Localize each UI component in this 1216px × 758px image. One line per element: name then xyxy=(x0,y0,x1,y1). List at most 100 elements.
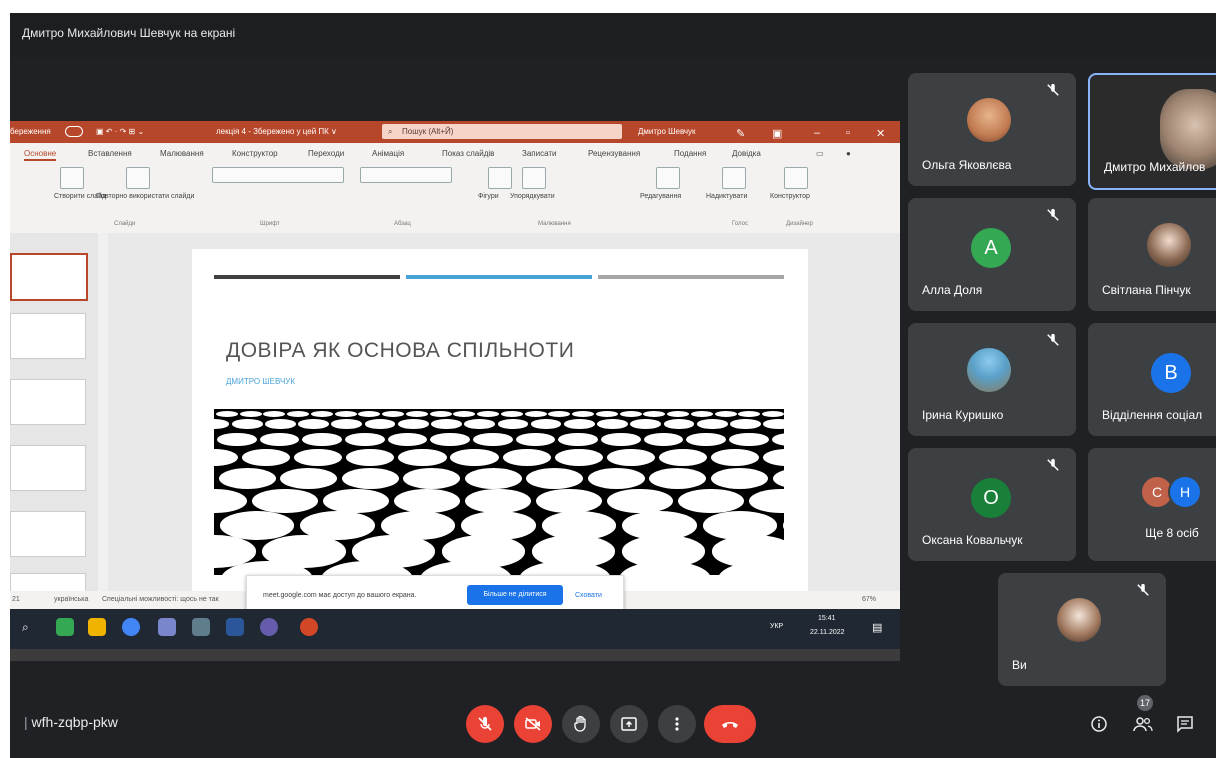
keyboard-language[interactable]: УКР xyxy=(770,623,783,630)
avatar: O xyxy=(971,478,1011,518)
pattern-disc xyxy=(643,411,666,417)
participant-tile[interactable]: B Відділення соціал xyxy=(1088,323,1216,436)
pattern-disc xyxy=(606,448,655,467)
chrome-icon[interactable] xyxy=(56,618,74,636)
pattern-disc xyxy=(696,419,728,429)
designer-button[interactable] xyxy=(784,167,808,189)
app-icon[interactable] xyxy=(158,618,176,636)
slide-thumbnail[interactable] xyxy=(10,445,86,491)
close-icon[interactable]: ✕ xyxy=(876,127,885,140)
slide-thumbnail[interactable] xyxy=(10,511,86,557)
autosave-toggle[interactable] xyxy=(65,126,83,137)
participant-tile[interactable]: A Алла Доля xyxy=(908,198,1076,311)
pattern-disc xyxy=(346,448,395,467)
slide-thumbnail[interactable] xyxy=(10,253,88,301)
tab-record[interactable]: Записати xyxy=(522,149,557,158)
explorer-icon[interactable] xyxy=(88,618,106,636)
browser-icon[interactable] xyxy=(122,618,140,636)
pattern-disc xyxy=(398,448,447,467)
pattern-disc xyxy=(241,448,291,467)
arrange-button[interactable] xyxy=(522,167,546,189)
pattern-disc xyxy=(763,448,784,467)
user-name[interactable]: Дмитро Шевчук xyxy=(638,127,696,136)
new-slide-button[interactable] xyxy=(60,167,84,189)
save-icon[interactable]: ▣ ↶ · ↷ ⊞ ⌄ xyxy=(96,127,144,136)
clock-date[interactable]: 22.11.2022 xyxy=(810,629,845,636)
record-icon[interactable]: ● xyxy=(846,149,851,158)
viber-icon[interactable] xyxy=(260,618,278,636)
leave-call-button[interactable] xyxy=(704,705,756,743)
search-icon[interactable]: ⌕ xyxy=(22,620,29,635)
slide-thumbnail[interactable] xyxy=(10,313,86,359)
pattern-disc xyxy=(554,448,603,467)
participant-tile[interactable]: O Оксана Ковальчук xyxy=(908,448,1076,561)
pattern-disc xyxy=(298,419,329,429)
shapes-button[interactable] xyxy=(488,167,512,189)
pattern-disc xyxy=(450,448,499,467)
editing-button[interactable] xyxy=(656,167,680,189)
notifications-icon[interactable]: ▤ xyxy=(872,621,882,634)
word-icon[interactable] xyxy=(226,618,244,636)
pattern-disc xyxy=(630,419,662,429)
zoom-level[interactable]: 67% xyxy=(862,596,876,603)
pattern-disc xyxy=(524,411,547,417)
people-icon[interactable] xyxy=(1132,715,1154,733)
self-tile[interactable]: Ви xyxy=(998,573,1166,686)
tab-slideshow[interactable]: Показ слайдів xyxy=(442,149,494,158)
hangup-icon xyxy=(722,722,738,728)
clock-time[interactable]: 15:41 xyxy=(818,615,836,622)
pattern-disc xyxy=(783,511,784,540)
slide-thumbnail[interactable] xyxy=(10,573,86,593)
participant-name: Алла Доля xyxy=(922,283,983,297)
tab-home[interactable]: Основне xyxy=(24,149,57,161)
camera-toggle-button[interactable] xyxy=(514,705,552,743)
chat-icon[interactable] xyxy=(1176,715,1194,733)
participant-tile[interactable]: Ірина Куришко xyxy=(908,323,1076,436)
tab-design[interactable]: Конструктор xyxy=(232,149,278,158)
pattern-disc xyxy=(465,488,531,514)
hide-banner-button[interactable]: Сховати xyxy=(575,592,602,599)
more-participants-tile[interactable]: C H Ще 8 осіб xyxy=(1088,448,1216,561)
reuse-slides-button[interactable] xyxy=(126,167,150,189)
mic-toggle-button[interactable] xyxy=(466,705,504,743)
dictate-button[interactable] xyxy=(722,167,746,189)
tab-transitions[interactable]: Переходи xyxy=(308,149,344,158)
maximize-icon[interactable]: ▫ xyxy=(846,127,850,139)
tab-review[interactable]: Рецензування xyxy=(588,149,640,158)
ribbon-display-icon[interactable]: ▣ xyxy=(772,127,782,140)
meeting-code: | wfh-zqbp-pkw xyxy=(24,714,118,730)
mic-off-icon xyxy=(1137,583,1149,596)
comments-icon[interactable]: ▭ xyxy=(816,149,824,158)
font-box[interactable] xyxy=(212,167,344,183)
tab-view[interactable]: Подання xyxy=(674,149,706,158)
pen-icon[interactable]: ✎ xyxy=(736,127,745,140)
stop-sharing-button[interactable]: Більше не ділитися xyxy=(467,585,563,605)
accessibility-label[interactable]: Спеціальні можливості: щось не так xyxy=(102,596,219,603)
tab-animations[interactable]: Анімація xyxy=(372,149,404,158)
tab-draw[interactable]: Малювання xyxy=(160,149,204,158)
thumbnail-scrollbar[interactable] xyxy=(98,233,108,591)
participant-tile[interactable]: Дмитро Михайлов xyxy=(1088,73,1216,190)
search-input[interactable]: ⌕ Пошук (Alt+Й) xyxy=(382,124,622,139)
present-button[interactable] xyxy=(610,705,648,743)
info-icon[interactable] xyxy=(1090,715,1108,733)
more-options-button[interactable] xyxy=(658,705,696,743)
slide-thumbnail[interactable] xyxy=(10,379,86,425)
powerpoint-icon[interactable] xyxy=(300,618,318,636)
language-label[interactable]: українська xyxy=(54,596,88,603)
document-name[interactable]: лекція 4 - Збережено у цей ПК ∨ xyxy=(216,127,337,136)
raise-hand-button[interactable] xyxy=(562,705,600,743)
group-voice: Голос xyxy=(732,221,748,227)
slide-bar-blue xyxy=(406,275,592,279)
minimize-icon[interactable]: – xyxy=(814,127,820,139)
meeting-code-text: wfh-zqbp-pkw xyxy=(31,714,118,730)
app-icon[interactable] xyxy=(192,618,210,636)
tab-help[interactable]: Довідка xyxy=(732,149,761,158)
paragraph-box[interactable] xyxy=(360,167,452,183)
participant-tile[interactable]: Світлана Пінчук xyxy=(1088,198,1216,311)
tab-insert[interactable]: Вставлення xyxy=(88,149,132,158)
pattern-disc xyxy=(405,411,428,417)
camera-off-icon xyxy=(525,717,541,731)
participant-tile[interactable]: Ольга Яковлєва xyxy=(908,73,1076,186)
current-slide[interactable]: ДМИТРО ШЕВЧУК ДОВІРА ЯК ОСНОВА СПІЛЬНОТИ… xyxy=(192,249,808,591)
